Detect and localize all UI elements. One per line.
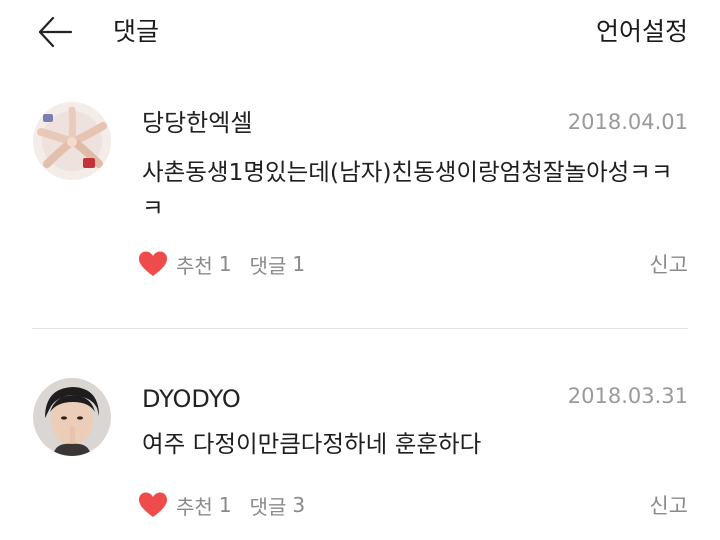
heart-icon[interactable] — [138, 250, 168, 278]
reply-label: 댓글 — [249, 253, 287, 278]
reply-count: 1 — [292, 252, 306, 276]
avatar[interactable] — [33, 102, 111, 180]
arrow-left-icon — [38, 16, 73, 48]
comment-actions: 추천 1 댓글 1 — [138, 248, 305, 280]
comment-text: 여주 다정이만큼다정하네 훈훈하다 — [142, 430, 482, 458]
comment-author[interactable]: 당당한엑셀 — [142, 108, 252, 138]
report-button[interactable]: 신고 — [649, 492, 688, 520]
comment-text: 사촌동생1명있는데(남자)친동생이랑엄청잘놀아성ㅋㅋㅋ — [142, 158, 673, 222]
like-label[interactable]: 추천 — [176, 491, 213, 520]
comment-date: 2018.04.01 — [567, 110, 688, 134]
heart-icon[interactable] — [138, 491, 168, 519]
comment-actions: 추천 1 댓글 3 — [138, 489, 305, 521]
reply-button[interactable]: 댓글 3 — [250, 491, 306, 520]
person-photo-avatar — [33, 378, 111, 456]
avatar[interactable] — [33, 378, 111, 456]
like-label[interactable]: 추천 — [176, 250, 213, 279]
divider — [32, 328, 688, 329]
reply-button[interactable]: 댓글 1 — [250, 250, 306, 279]
comment-author[interactable]: DYODYO — [142, 384, 241, 414]
hands-photo-avatar — [33, 102, 111, 180]
app-header: 댓글 언어설정 — [0, 0, 720, 66]
like-count: 1 — [218, 252, 232, 276]
comment-date: 2018.03.31 — [567, 384, 688, 408]
reply-label: 댓글 — [249, 494, 287, 519]
language-settings-button[interactable]: 언어설정 — [596, 16, 688, 48]
reply-count: 3 — [292, 493, 306, 517]
like-count: 1 — [218, 493, 232, 517]
page-title: 댓글 — [113, 17, 160, 46]
back-button[interactable] — [34, 14, 74, 50]
report-button[interactable]: 신고 — [649, 251, 688, 279]
